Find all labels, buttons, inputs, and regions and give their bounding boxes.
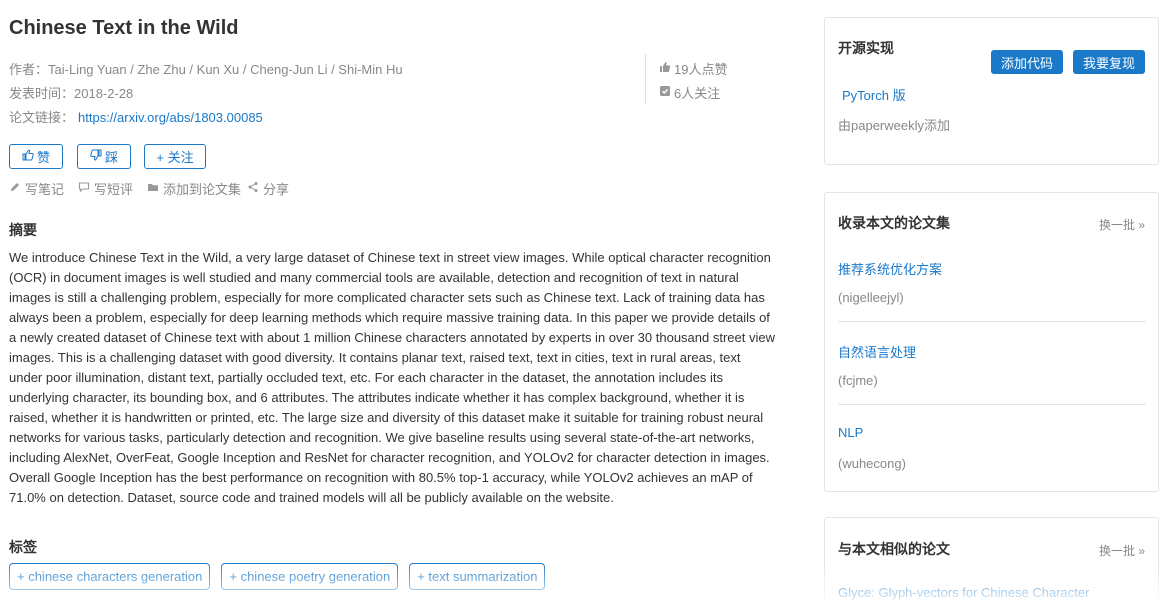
folder-icon	[147, 181, 159, 196]
collection-link[interactable]: NLP	[838, 425, 863, 440]
date-value: 2018-2-28	[74, 86, 134, 101]
paper-title: Chinese Text in the Wild	[9, 17, 239, 39]
pytorch-impl-link[interactable]: PyTorch 版	[842, 85, 906, 104]
reproduce-button[interactable]: 我要复现	[1073, 50, 1145, 74]
collection-owner: (wuhecong)	[838, 456, 906, 471]
share-action[interactable]: 分享	[247, 179, 289, 198]
collections-title: 收录本文的论文集	[838, 215, 950, 231]
share-label: 分享	[263, 182, 290, 197]
collection-owner: (nigelleejyl)	[838, 290, 904, 305]
dislike-button[interactable]: 踩	[77, 144, 131, 169]
collection-link[interactable]: 自然语言处理	[838, 342, 916, 361]
open-source-title: 开源实现	[838, 40, 894, 56]
check-box-icon	[659, 85, 671, 100]
tag-list: + chinese characters generation + chines…	[9, 563, 546, 590]
tags-heading: 标签	[9, 539, 37, 555]
add-to-collection-label: 添加到论文集	[163, 182, 242, 197]
likes-text: 19人点赞	[674, 62, 728, 77]
collection-divider	[838, 321, 1146, 322]
collection-divider	[838, 404, 1146, 405]
write-comment-label: 写短评	[94, 182, 134, 197]
stats-divider	[645, 54, 646, 104]
tag-chinese-poetry-generation[interactable]: + chinese poetry generation	[221, 563, 399, 590]
follows-text: 6人关注	[674, 86, 721, 101]
collection-link[interactable]: 推荐系统优化方案	[838, 259, 942, 278]
collections-card: 收录本文的论文集 换一批 » 推荐系统优化方案 (nigelleejyl) 自然…	[824, 192, 1159, 492]
authors-value: Tai-Ling Yuan / Zhe Zhu / Kun Xu / Cheng…	[48, 62, 403, 77]
pencil-icon	[9, 181, 21, 196]
like-label: 赞	[36, 150, 50, 165]
write-note-action[interactable]: 写笔记	[9, 179, 64, 198]
share-icon	[247, 181, 259, 196]
abstract-text: We introduce Chinese Text in the Wild, a…	[9, 250, 775, 505]
dislike-label: 踩	[104, 150, 118, 165]
follows-count: 6人关注	[659, 83, 720, 102]
write-note-label: 写笔记	[25, 182, 65, 197]
date-row: 发表时间：2018-2-28	[9, 83, 133, 102]
add-code-button[interactable]: 添加代码	[991, 50, 1063, 74]
write-comment-action[interactable]: 写短评	[78, 179, 133, 198]
tag-text-summarization[interactable]: + text summarization	[409, 563, 546, 590]
comment-icon	[78, 181, 90, 196]
thumbs-down-icon	[90, 149, 102, 164]
paper-link[interactable]: https://arxiv.org/abs/1803.00085	[78, 110, 263, 125]
abstract-heading: 摘要	[9, 222, 37, 238]
thumbs-up-icon	[22, 149, 34, 164]
authors-row: 作者：Tai-Ling Yuan / Zhe Zhu / Kun Xu / Ch…	[9, 59, 403, 78]
likes-count: 19人点赞	[659, 59, 727, 78]
collections-refresh[interactable]: 换一批 »	[1099, 216, 1145, 233]
follow-button[interactable]: + 关注	[144, 144, 206, 169]
tag-chinese-characters-generation[interactable]: + chinese characters generation	[9, 563, 211, 590]
similar-papers-title: 与本文相似的论文	[838, 541, 950, 557]
paper-actions: 写笔记 写短评 添加到论文集 分享	[9, 179, 303, 198]
similar-refresh[interactable]: 换一批 »	[1099, 542, 1145, 559]
thumbs-up-icon	[659, 61, 671, 76]
similar-paper-link[interactable]: Glyce: Glyph-vectors for Chinese Charact…	[838, 585, 1089, 600]
date-label: 发表时间：	[9, 86, 75, 101]
similar-papers-card: 与本文相似的论文 换一批 » Glyce: Glyph-vectors for …	[824, 517, 1159, 602]
add-to-collection-action[interactable]: 添加到论文集	[147, 179, 241, 198]
open-source-card: 开源实现 添加代码 我要复现 PyTorch 版 由paperweekly添加	[824, 17, 1159, 165]
link-row: 论文链接： https://arxiv.org/abs/1803.00085	[9, 107, 263, 126]
impl-added-by: 由paperweekly添加	[838, 118, 950, 133]
like-button[interactable]: 赞	[9, 144, 63, 169]
link-label: 论文链接：	[9, 110, 75, 125]
authors-label: 作者：	[9, 62, 49, 77]
collection-owner: (fcjme)	[838, 373, 878, 388]
